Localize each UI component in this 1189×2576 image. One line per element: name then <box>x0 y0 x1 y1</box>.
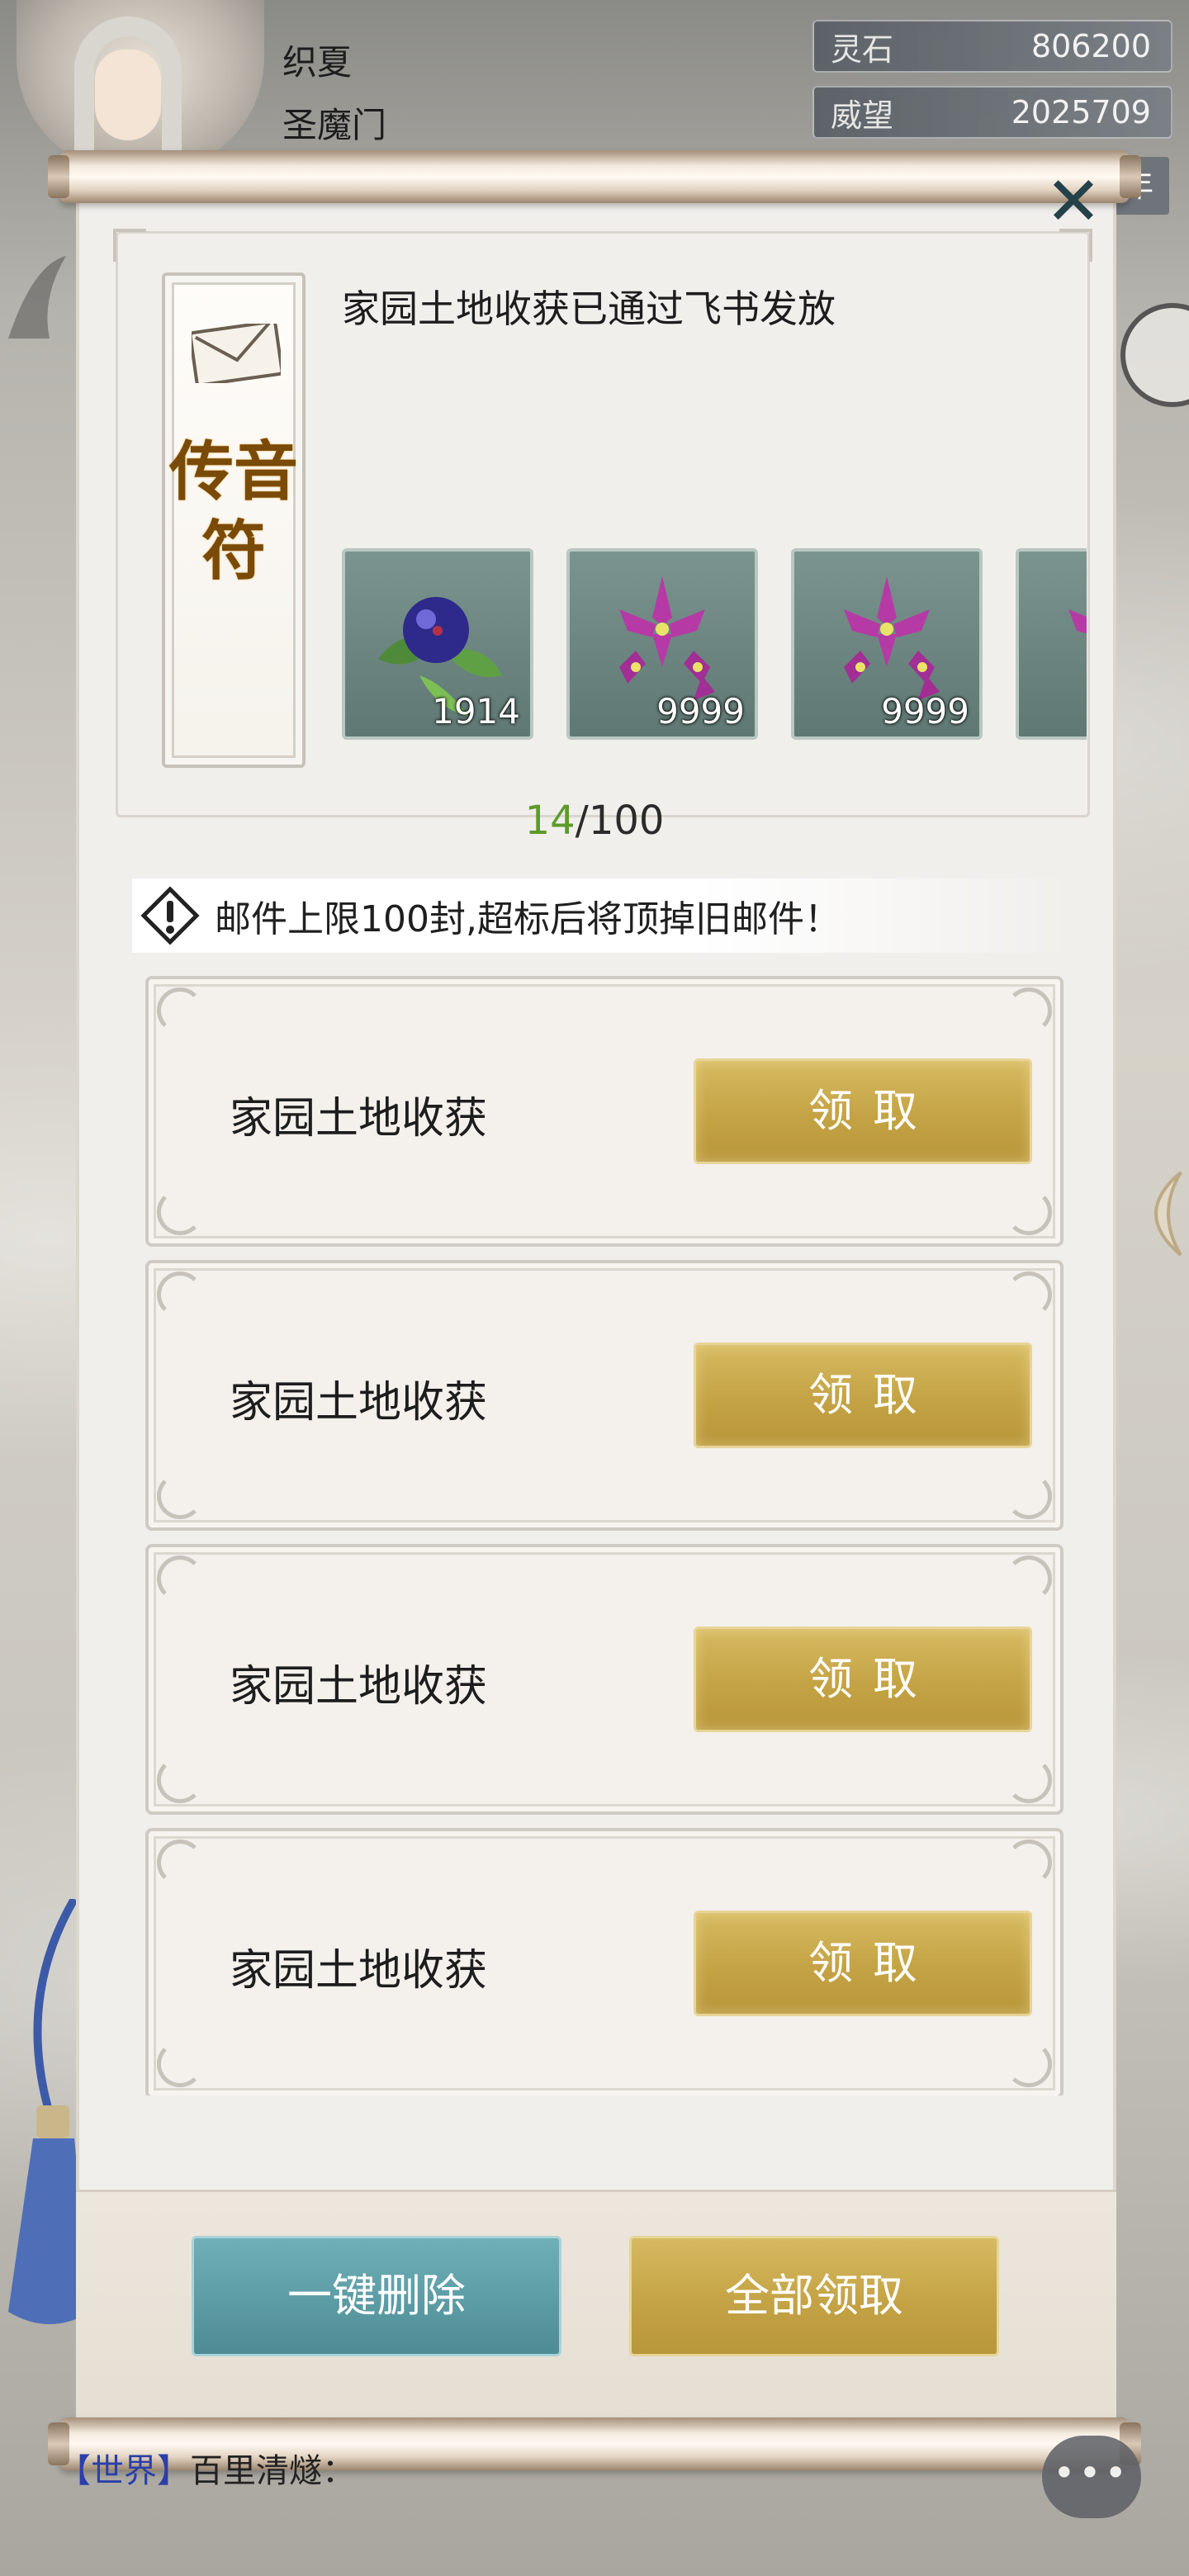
chat-bubble-icon[interactable]: ••• <box>1042 2436 1141 2518</box>
cloud-ornament <box>157 1271 203 1318</box>
player-sect: 圣魔门 <box>282 105 387 145</box>
chat-sender: 百里清燧： <box>190 2452 355 2490</box>
right-menu-ornament[interactable] <box>1115 297 1189 413</box>
claim-button[interactable]: 领取 <box>694 1342 1032 1448</box>
mail-item-title: 家园土地收获 <box>230 1662 488 1712</box>
purple-flower-icon <box>1068 609 1087 634</box>
cloud-ornament <box>157 1556 203 1602</box>
close-button[interactable]: ✕ <box>1042 168 1105 236</box>
item-quantity: 9999 <box>656 691 745 732</box>
cloud-ornament <box>157 1757 203 1803</box>
attachment-item[interactable]: 1914 <box>342 548 533 740</box>
sound-talisman-card: 传音符 <box>162 272 306 768</box>
attachment-item[interactable]: 9999 <box>791 548 983 740</box>
chat-channel: 【世界】 <box>58 2452 190 2490</box>
attachment-list[interactable]: 1914 9999 9999 <box>342 548 1087 740</box>
mail-limit-warning: 邮件上限100封,超标后将顶掉旧邮件！ <box>132 878 1073 953</box>
mail-count-total: /100 <box>575 798 665 844</box>
currency-value: 2025709 <box>1011 94 1151 130</box>
mail-item-title: 家园土地收获 <box>230 1378 488 1428</box>
currency-spirit-stone[interactable]: 灵石 806200 <box>812 20 1172 73</box>
item-quantity: 1914 <box>432 691 520 732</box>
mail-item-title: 家园土地收获 <box>230 1094 488 1144</box>
cloud-ornament <box>157 1189 203 1235</box>
warning-text: 邮件上限100封,超标后将顶掉旧邮件！ <box>215 898 841 940</box>
cloud-ornament <box>157 987 203 1034</box>
mail-list-item[interactable]: 家园土地收获 领取 <box>145 1260 1063 1531</box>
mail-count: 14/100 <box>0 798 1189 844</box>
scroll-roller-top <box>48 150 1141 203</box>
mail-title: 家园土地收获已通过飞书发放 <box>342 286 836 331</box>
cloud-ornament <box>1006 1840 1052 1886</box>
cloud-ornament <box>1006 987 1052 1034</box>
attachment-item[interactable]: 9999 <box>566 548 758 740</box>
cloud-ornament <box>157 2041 203 2087</box>
cloud-ornament <box>1006 2041 1052 2087</box>
cloud-ornament <box>1006 1271 1052 1318</box>
delete-all-button[interactable]: 一键删除 <box>192 2236 561 2356</box>
currency-label: 灵石 <box>831 31 894 68</box>
right-lotus-ornament <box>1154 1171 1182 1257</box>
mail-count-current: 14 <box>524 798 576 844</box>
world-chat-preview[interactable]: 【世界】百里清燧： <box>58 2444 355 2492</box>
mail-list-item[interactable]: 家园土地收获 领取 <box>145 1828 1063 2095</box>
mail-item-title: 家园土地收获 <box>230 1946 488 1996</box>
mail-list-item[interactable]: 家园土地收获 领取 <box>145 976 1063 1247</box>
claim-all-button[interactable]: 全部领取 <box>629 2236 999 2356</box>
warning-icon <box>140 886 200 945</box>
claim-button[interactable]: 领取 <box>694 1911 1032 2016</box>
cloud-ornament <box>1006 1556 1052 1602</box>
cloud-ornament <box>1006 1473 1052 1519</box>
currency-prestige[interactable]: 威望 2025709 <box>812 86 1172 139</box>
player-name: 织夏 <box>282 42 353 83</box>
currency-value: 806200 <box>1030 28 1151 64</box>
mail-list-item[interactable]: 家园土地收获 领取 <box>145 1544 1063 1815</box>
cloud-ornament <box>157 1473 203 1519</box>
claim-button[interactable]: 领取 <box>694 1627 1032 1732</box>
cloud-ornament <box>1006 1189 1052 1235</box>
mail-list[interactable]: 家园土地收获 领取 家园土地收获 领取 家园土地收获 领取 家园土地收获 领取 <box>145 976 1063 2095</box>
attachment-item[interactable] <box>1016 548 1087 740</box>
cloud-ornament <box>1006 1757 1052 1803</box>
left-menu-ornament[interactable] <box>0 248 74 347</box>
avatar-face <box>95 50 161 140</box>
talisman-label: 传音符 <box>168 434 298 589</box>
item-quantity: 9999 <box>881 691 969 732</box>
envelope-icon <box>192 324 281 383</box>
cloud-ornament <box>157 1840 203 1886</box>
currency-label: 威望 <box>831 97 894 134</box>
claim-button[interactable]: 领取 <box>694 1058 1032 1164</box>
